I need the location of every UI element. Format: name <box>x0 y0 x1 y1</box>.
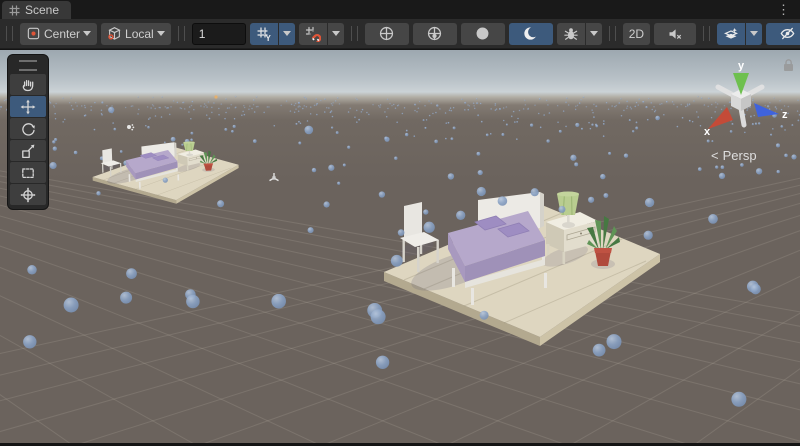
svg-text:Y: Y <box>265 34 271 42</box>
tool-rotate[interactable] <box>10 118 46 139</box>
toolbar-drag-handle[interactable] <box>6 26 13 41</box>
scale-icon <box>20 143 36 159</box>
debug-overlay-button[interactable] <box>557 23 585 45</box>
rotate-icon <box>20 121 36 137</box>
rotation-mode-value: Local <box>125 27 154 41</box>
grid-snap-dropdown[interactable] <box>328 23 344 45</box>
tool-move[interactable] <box>10 96 46 117</box>
bug-icon <box>563 26 579 42</box>
chevron-down-icon <box>157 31 165 36</box>
toolbar-group-handle[interactable] <box>178 26 185 41</box>
2d-mode-button[interactable]: 2D <box>623 23 650 45</box>
chevron-down-icon <box>590 31 598 36</box>
chevron-down-icon <box>332 31 340 36</box>
2d-label: 2D <box>629 27 644 41</box>
grid-visibility-button[interactable]: Y <box>250 23 278 45</box>
unity-scene-window: y z x <Persp Scene ⋮ Center <box>0 0 800 446</box>
tab-label: Scene <box>25 3 59 17</box>
local-cube-icon <box>107 26 122 41</box>
crescent-moon-icon <box>522 25 539 42</box>
grid-size-input[interactable] <box>192 23 246 45</box>
effects-dropdown[interactable] <box>746 23 762 45</box>
move-icon <box>20 99 36 115</box>
transform-icon <box>20 187 36 203</box>
chevron-down-icon <box>750 31 758 36</box>
shading-shaded-wire-button[interactable] <box>413 23 457 45</box>
overflow-menu-icon[interactable]: ⋮ <box>777 1 790 18</box>
tool-palette-overlay <box>7 54 49 210</box>
scene-visibility-button[interactable] <box>766 23 800 45</box>
tool-rect[interactable] <box>10 162 46 183</box>
hand-icon <box>20 77 36 93</box>
toolbar-group-handle[interactable] <box>703 26 710 41</box>
shading-wireframe-button[interactable] <box>365 23 409 45</box>
speaker-muted-icon <box>667 26 683 42</box>
snap-magnet-icon <box>305 26 321 42</box>
overlay-drag-handle[interactable] <box>19 60 37 71</box>
tab-scene[interactable]: Scene <box>2 1 71 19</box>
scene-toolbar: Center Local Y <box>0 19 800 49</box>
toolbar-group-handle[interactable] <box>609 26 616 41</box>
debug-overlay-dropdown[interactable] <box>586 23 602 45</box>
scene-lighting-button[interactable] <box>509 23 553 45</box>
toolbar-group-handle[interactable] <box>351 26 358 41</box>
grid-tab-icon <box>9 5 20 16</box>
tool-scale[interactable] <box>10 140 46 161</box>
eye-slash-icon <box>779 25 796 42</box>
audio-mute-button[interactable] <box>654 23 696 45</box>
pivot-mode-dropdown[interactable]: Center <box>20 23 97 45</box>
effects-button[interactable] <box>717 23 745 45</box>
scene-viewport[interactable] <box>0 50 800 443</box>
rotation-mode-dropdown[interactable]: Local <box>101 23 171 45</box>
chevron-down-icon <box>283 31 291 36</box>
pivot-mode-value: Center <box>44 27 80 41</box>
pivot-center-icon <box>26 26 41 41</box>
chevron-down-icon <box>83 31 91 36</box>
tool-transform[interactable] <box>10 184 46 205</box>
tool-view-hand[interactable] <box>10 74 46 95</box>
tab-bar: Scene ⋮ <box>0 0 800 19</box>
grid-snap-button[interactable] <box>299 23 327 45</box>
grid-visibility-dropdown[interactable] <box>279 23 295 45</box>
effects-layers-icon <box>723 26 739 42</box>
grid-axis-icon: Y <box>256 26 272 42</box>
shading-flat-button[interactable] <box>461 23 505 45</box>
flat-sphere-icon <box>474 25 491 42</box>
shaded-sphere-icon <box>426 25 443 42</box>
rect-tool-icon <box>20 165 36 181</box>
wire-sphere-icon <box>378 25 395 42</box>
